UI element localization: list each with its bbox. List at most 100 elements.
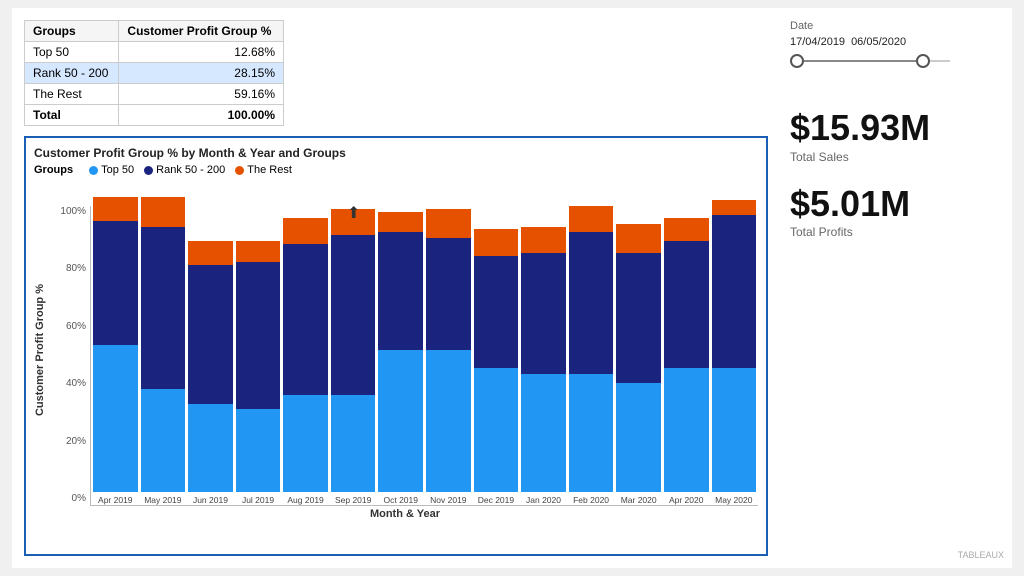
bar-seg-top50 [616, 383, 661, 492]
bar-stack [378, 212, 423, 492]
bar-label: May 2019 [144, 495, 181, 505]
bar-seg-rank [426, 238, 471, 350]
bar-seg-rank [141, 227, 186, 389]
col-header-groups: Groups [25, 21, 119, 42]
bar-label: Oct 2019 [384, 495, 419, 505]
bar-seg-top50 [426, 350, 471, 492]
group-name: Rank 50 - 200 [25, 63, 119, 84]
slider-dot-left[interactable] [790, 54, 804, 68]
legend-groups-label: Groups [34, 164, 73, 176]
bar-seg-rest [236, 241, 281, 262]
bar-stack [283, 218, 328, 492]
legend-item: Rank 50 - 200 [144, 164, 225, 176]
bar-seg-top50 [188, 404, 233, 493]
slider-line-end [930, 60, 950, 62]
bar-seg-top50 [569, 374, 614, 492]
bar-group: Apr 2019 [93, 197, 138, 505]
bar-label: Apr 2019 [98, 495, 133, 505]
bar-seg-top50 [331, 395, 376, 492]
bar-seg-top50 [712, 368, 757, 492]
total-value: 100.00% [119, 105, 284, 126]
bar-label: Jun 2019 [193, 495, 228, 505]
date-slider[interactable] [790, 54, 950, 68]
bar-stack [521, 227, 566, 492]
bar-seg-rank [331, 235, 376, 394]
bar-label: Jul 2019 [242, 495, 274, 505]
y-tick: 0% [52, 493, 86, 504]
legend-dot [89, 166, 98, 175]
date-section: Date 17/04/2019 06/05/2020 [790, 20, 1000, 68]
bar-seg-rank [712, 215, 757, 368]
bar-label: Apr 2020 [669, 495, 704, 505]
bar-seg-rest [93, 197, 138, 221]
slider-dot-right[interactable] [916, 54, 930, 68]
bar-label: Aug 2019 [287, 495, 323, 505]
bar-group: Dec 2019 [474, 229, 519, 505]
bar-seg-rank [283, 244, 328, 394]
bar-seg-rest [664, 218, 709, 242]
bar-group: May 2020 [712, 200, 757, 505]
y-tick: 20% [52, 436, 86, 447]
bar-stack [141, 197, 186, 492]
summary-table: Groups Customer Profit Group % Top 5012.… [24, 20, 284, 126]
bar-seg-rank [93, 221, 138, 345]
bar-seg-top50 [378, 350, 423, 492]
bar-seg-top50 [664, 368, 709, 492]
legend-name: Top 50 [101, 164, 134, 176]
kpi-value: $5.01M [790, 184, 930, 224]
bar-stack [236, 241, 281, 492]
bar-stack [331, 209, 376, 492]
table-row: Rank 50 - 20028.15% [25, 63, 284, 84]
date-start: 17/04/2019 [790, 36, 845, 48]
bar-seg-top50 [93, 345, 138, 493]
bar-label: May 2020 [715, 495, 752, 505]
bar-seg-rank [616, 253, 661, 383]
bar-seg-top50 [236, 409, 281, 492]
bar-stack [616, 224, 661, 492]
date-end: 06/05/2020 [851, 36, 906, 48]
y-axis: 0%20%40%60%80%100% [52, 206, 86, 506]
bar-seg-rest [188, 241, 233, 265]
legend-name: Rank 50 - 200 [156, 164, 225, 176]
legend-item: Top 50 [89, 164, 134, 176]
kpi-block-0: $15.93M Total Sales [790, 108, 930, 164]
group-name: The Rest [25, 84, 119, 105]
bar-seg-rank [474, 256, 519, 368]
bar-stack [93, 197, 138, 492]
bar-seg-rest [426, 209, 471, 239]
group-pct: 28.15% [119, 63, 284, 84]
bar-seg-rank [569, 232, 614, 374]
bar-stack [664, 218, 709, 492]
bar-seg-top50 [521, 374, 566, 492]
y-tick: 60% [52, 321, 86, 332]
legend-dot [235, 166, 244, 175]
bar-label: Jan 2020 [526, 495, 561, 505]
bar-group: Mar 2020 [616, 224, 661, 505]
col-header-pct: Customer Profit Group % [119, 21, 284, 42]
bar-group: Jan 2020 [521, 227, 566, 505]
bar-stack [569, 206, 614, 492]
bar-label: Mar 2020 [621, 495, 657, 505]
kpi-label: Total Sales [790, 150, 930, 164]
bar-seg-rest [712, 200, 757, 215]
kpi-label: Total Profits [790, 225, 930, 239]
bar-stack [426, 209, 471, 492]
bar-seg-top50 [141, 389, 186, 492]
x-axis-title: Month & Year [52, 508, 758, 520]
bar-seg-rank [664, 241, 709, 368]
date-label: Date [790, 20, 1000, 32]
kpi-value: $15.93M [790, 108, 930, 148]
chart-title: Customer Profit Group % by Month & Year … [34, 146, 758, 160]
watermark: TABLEAUX [958, 550, 1004, 560]
bars-area: Apr 2019 May 2019 Jun 2019 Jul 2019 Aug 2019… [90, 206, 758, 506]
total-label: Total [25, 105, 119, 126]
bar-group: Feb 2020 [569, 206, 614, 505]
bar-stack [188, 241, 233, 492]
bar-label: Nov 2019 [430, 495, 466, 505]
group-pct: 12.68% [119, 42, 284, 63]
bar-seg-rank [236, 262, 281, 410]
bar-group: Jun 2019 [188, 241, 233, 505]
y-tick: 100% [52, 206, 86, 217]
bar-seg-rest [569, 206, 614, 233]
slider-line [804, 60, 916, 62]
